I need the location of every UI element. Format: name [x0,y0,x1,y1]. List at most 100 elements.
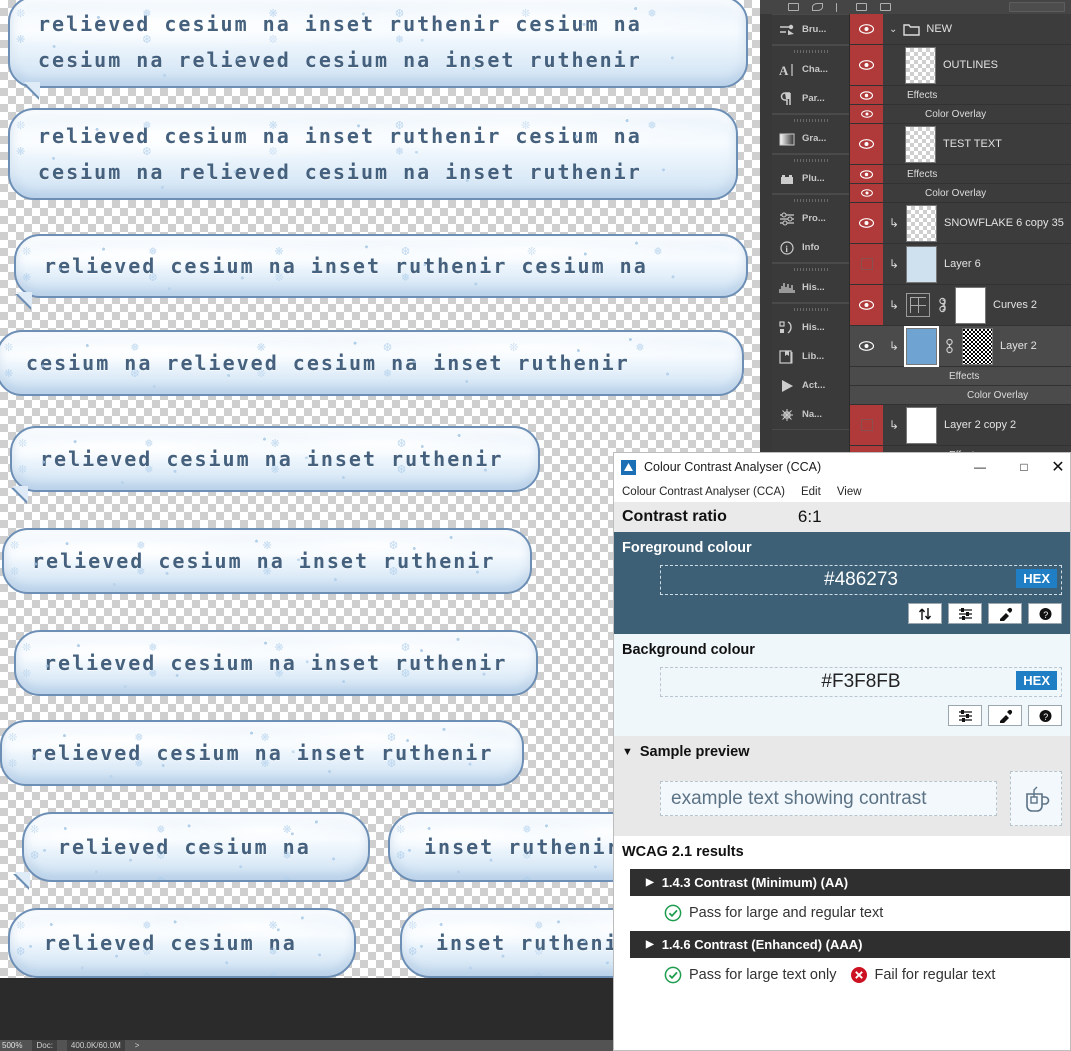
speech-bubble[interactable]: relieved cesium na [22,812,370,882]
menu-item-app[interactable]: Colour Contrast Analyser (CCA) [622,486,785,498]
layer-thumbnail[interactable] [906,204,937,242]
menu-item-edit[interactable]: Edit [801,486,821,498]
background-eyedropper-button[interactable] [988,705,1022,726]
colour-contrast-analyser-window[interactable]: Colour Contrast Analyser (CCA) — □ ✕ Col… [613,452,1071,1051]
layer-visibility-toggle[interactable] [850,244,883,284]
foreground-help-button[interactable]: ? [1028,603,1062,624]
adjustment-thumbnail[interactable] [906,293,930,317]
foreground-format-button[interactable]: HEX [1016,569,1057,588]
panel-tab-plugins[interactable]: Plu... [772,164,849,193]
sample-preview-header[interactable]: ▼ Sample preview [622,744,1062,760]
panel-tab-properties[interactable]: Pro... [772,204,849,233]
foreground-eyedropper-button[interactable] [988,603,1022,624]
lasso-icon[interactable] [812,3,823,11]
layer-row-selected[interactable]: ↳ Layer 2 [850,325,1071,367]
layer-row[interactable]: ↳ Layer 6 [850,244,1071,285]
background-help-button[interactable]: ? [1028,705,1062,726]
maximize-button[interactable]: □ [1002,453,1046,481]
menu-item-view[interactable]: View [837,486,862,498]
minimize-button[interactable]: — [958,453,1002,481]
effects-visibility-toggle[interactable] [850,86,883,104]
speech-bubble[interactable]: relieved cesium na [8,908,356,978]
panel-tab-paragraph[interactable]: Par... [772,84,849,113]
panel-tab-gradients[interactable]: Gra... [772,124,849,153]
speech-bubble[interactable]: relieved cesium na inset ruthenir cesium… [8,0,748,88]
effect-visibility-toggle[interactable] [850,184,883,202]
panel-grip[interactable] [793,306,828,313]
speech-bubble[interactable]: relieved cesium na inset ruthenir [0,720,524,786]
panel-grip[interactable] [793,266,828,273]
background-sliders-button[interactable] [948,705,982,726]
layer-mask-thumbnail[interactable] [955,286,986,324]
arrow-icon[interactable] [836,3,837,12]
layer-visibility-toggle[interactable] [850,14,883,44]
effects-visibility-toggle[interactable] [850,165,883,183]
layer-row-group[interactable]: ⌄ NEW [850,14,1071,45]
layer-mask-thumbnail[interactable] [962,327,993,365]
layer-effects-row[interactable]: Effects [850,165,1071,184]
foreground-colour-field[interactable]: #486273 HEX [660,565,1062,595]
visibility-off-checkbox[interactable] [860,258,873,270]
effect-visibility-toggle[interactable] [850,105,883,123]
layer-visibility-toggle[interactable] [850,124,883,164]
panel-tab-actions[interactable]: Act... [772,371,849,400]
layer-visibility-toggle[interactable] [850,405,883,445]
layer-row[interactable]: ↳ SNOWFLAKE 6 copy 35 [850,203,1071,244]
background-format-button[interactable]: HEX [1016,671,1057,690]
effect-item-row[interactable]: Color Overlay [850,105,1071,124]
panel-tab-character[interactable]: A Cha... [772,55,849,84]
layer-thumbnail[interactable] [906,406,937,444]
status-arrow-icon[interactable]: > [135,1040,140,1051]
wcag-criterion-aa[interactable]: ▶ 1.4.3 Contrast (Minimum) (AA) [630,869,1070,896]
panel-tab-brushes[interactable]: Bru... [772,15,849,44]
layer-thumbnail[interactable] [906,245,937,283]
panel-grip[interactable] [793,48,828,55]
layers-panel[interactable]: ⌄ NEW OUTLINES Effects Color Overlay TES… [850,14,1071,455]
panel-grip[interactable] [793,197,828,204]
speech-bubble[interactable]: relieved cesium na inset ruthenir [10,426,540,492]
speech-bubble[interactable]: cesium na relieved cesium na inset ruthe… [0,330,744,396]
folder-icon[interactable] [880,3,891,11]
caret-right-icon[interactable]: ▶ [646,939,654,950]
panel-tab-libraries[interactable]: Lib... [772,342,849,371]
speech-bubble[interactable]: relieved cesium na inset ruthenir [14,630,538,696]
layer-row[interactable]: ↳ Curves 2 [850,285,1071,326]
link-icon[interactable] [944,338,955,354]
cca-title-bar[interactable]: Colour Contrast Analyser (CCA) — □ ✕ [614,453,1070,481]
panel-tab-info[interactable]: i Info [772,233,849,262]
layer-visibility-toggle[interactable] [850,285,883,325]
panel-grip[interactable] [793,117,828,124]
layer-visibility-toggle[interactable] [850,326,883,366]
speech-bubble[interactable]: relieved cesium na inset ruthenir cesium… [14,234,748,298]
effect-item-row[interactable]: Color Overlay [850,184,1071,203]
background-colour-field[interactable]: #F3F8FB HEX [660,667,1062,697]
layer-thumbnail[interactable] [905,46,936,84]
link-icon[interactable] [937,297,948,313]
layer-effects-row[interactable]: Effects [850,367,1071,386]
rectangle-icon[interactable] [788,3,799,11]
foreground-sliders-button[interactable] [948,603,982,624]
caret-down-icon[interactable]: ▼ [622,746,633,758]
visibility-off-checkbox[interactable] [860,419,873,431]
layer-row[interactable]: TEST TEXT [850,124,1071,165]
panel-search-field[interactable] [1009,2,1065,12]
panel-tab-history[interactable]: His... [772,313,849,342]
chevron-down-icon[interactable]: ⌄ [889,24,897,35]
panel-grip[interactable] [793,157,828,164]
table-icon[interactable] [856,3,867,11]
wcag-criterion-aaa[interactable]: ▶ 1.4.6 Contrast (Enhanced) (AAA) [630,931,1070,958]
layer-effects-row[interactable]: Effects [850,86,1071,105]
speech-bubble[interactable]: relieved cesium na inset ruthenir [2,528,532,594]
layer-row[interactable]: ↳ Layer 2 copy 2 [850,405,1071,446]
swap-colours-button[interactable] [908,603,942,624]
close-button[interactable]: ✕ [1046,453,1070,481]
panel-tab-navigator[interactable]: Na... [772,400,849,429]
layer-visibility-toggle[interactable] [850,45,883,85]
layer-row[interactable]: OUTLINES [850,45,1071,86]
caret-right-icon[interactable]: ▶ [646,877,654,888]
layer-thumbnail[interactable] [904,325,939,367]
layer-thumbnail[interactable] [905,125,936,163]
layer-visibility-toggle[interactable] [850,203,883,243]
effect-item-row[interactable]: Color Overlay [850,386,1071,405]
speech-bubble[interactable]: relieved cesium na inset ruthenir cesium… [8,108,738,200]
